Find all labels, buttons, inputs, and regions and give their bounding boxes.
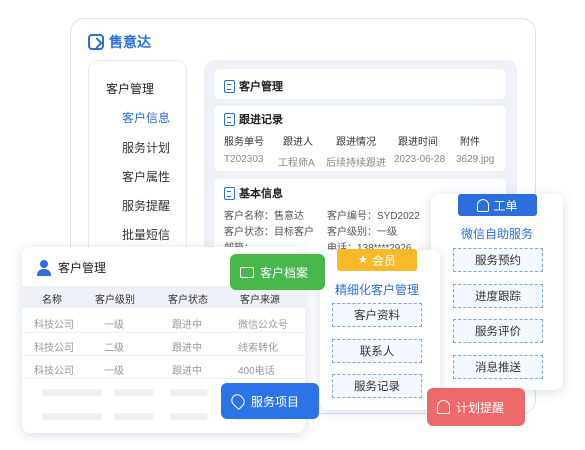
sidebar-item-customer-info[interactable]: 客户信息: [122, 109, 170, 126]
plan-reminder-badge[interactable]: 计划提醒: [427, 388, 525, 426]
ticket-card: 微信自助服务 服务预约 进度跟踪 服务评价 消息推送: [431, 194, 563, 390]
basic-info-title: 基本信息: [224, 185, 283, 201]
customer-card-title: 客户管理: [36, 259, 106, 276]
placeholder-bar: [42, 413, 102, 420]
field-customer-name: 客户名称：售意达: [224, 211, 304, 222]
table-row[interactable]: 科技公司 一级 跟进中 微信公众号: [22, 311, 305, 333]
field-customer-level: 客户级别：一级: [327, 227, 397, 238]
table-row[interactable]: 科技公司 一级 跟进中 400电话: [22, 357, 305, 379]
field-customer-id: 客户编号：SYD2022: [327, 211, 420, 222]
col-level: 客户级别: [95, 295, 135, 306]
contacts-button[interactable]: 联系人: [332, 339, 422, 363]
followup-card: 跟进记录 服务单号 跟进人 跟进情况 跟进时间 附件 T202303 工程师A …: [214, 106, 506, 171]
document-icon: [224, 79, 235, 93]
placeholder-bar: [42, 389, 102, 396]
ticket-subtitle: 微信自助服务: [461, 227, 534, 241]
ticket-tag: 工单: [458, 194, 537, 216]
sidebar-header: 客户管理: [106, 82, 155, 96]
customer-archive-badge[interactable]: 客户档案: [230, 254, 325, 290]
sidebar-item-service-plan[interactable]: 服务计划: [122, 139, 170, 156]
service-records-button[interactable]: 服务记录: [332, 374, 422, 398]
person-icon: [36, 259, 52, 276]
main-header-card: 客户管理: [214, 69, 506, 99]
bell-icon: [437, 400, 450, 414]
placeholder-bar: [114, 413, 154, 420]
col-source: 客户来源: [240, 295, 280, 306]
attachment-link[interactable]: 3629.jpg: [456, 154, 494, 165]
logo-icon: [88, 34, 104, 50]
brand-logo: 售意达: [88, 32, 151, 52]
col-name: 名称: [42, 295, 62, 306]
field-customer-status: 客户状态：目标客户: [224, 227, 314, 238]
member-tag: ★ 会员: [337, 249, 417, 271]
document-icon: [224, 112, 235, 126]
member-subtitle: 精细化客户管理: [335, 283, 420, 297]
service-booking-button[interactable]: 服务预约: [453, 248, 543, 272]
placeholder-bar: [170, 389, 208, 396]
col-follower: 跟进人: [283, 137, 313, 148]
customer-profile-button[interactable]: 客户资料: [332, 303, 422, 327]
member-card: 精细化客户管理 客户资料 联系人 服务记录: [320, 250, 440, 410]
sidebar: 客户管理 客户信息 服务计划 客户属性 服务提醒 批量短信: [88, 60, 187, 270]
col-status: 跟进情况: [336, 137, 376, 148]
col-status: 客户状态: [168, 295, 208, 306]
col-service-no: 服务单号: [224, 137, 264, 148]
col-time: 跟进时间: [398, 137, 438, 148]
folder-icon: [240, 266, 254, 278]
table-row[interactable]: 科技公司 二级 跟进中 线索转化: [22, 334, 305, 356]
progress-tracking-button[interactable]: 进度跟踪: [453, 284, 543, 308]
sidebar-item-service-reminder[interactable]: 服务提醒: [122, 197, 170, 214]
placeholder-bar: [114, 389, 154, 396]
member-icon: ★: [358, 253, 368, 266]
main-title: 客户管理: [224, 78, 283, 94]
service-rating-button[interactable]: 服务评价: [453, 319, 543, 343]
service-items-badge[interactable]: 服务项目: [221, 383, 319, 419]
followup-title: 跟进记录: [224, 111, 283, 127]
col-attachment: 附件: [460, 137, 480, 148]
sidebar-item-bulk-sms[interactable]: 批量短信: [122, 226, 170, 243]
user-icon: [477, 198, 490, 212]
brand-name: 售意达: [109, 34, 151, 50]
document-icon: [224, 186, 235, 200]
placeholder-bar: [170, 413, 208, 420]
message-push-button[interactable]: 消息推送: [453, 355, 543, 379]
sidebar-item-customer-attributes[interactable]: 客户属性: [122, 168, 170, 185]
care-icon: [228, 391, 248, 411]
